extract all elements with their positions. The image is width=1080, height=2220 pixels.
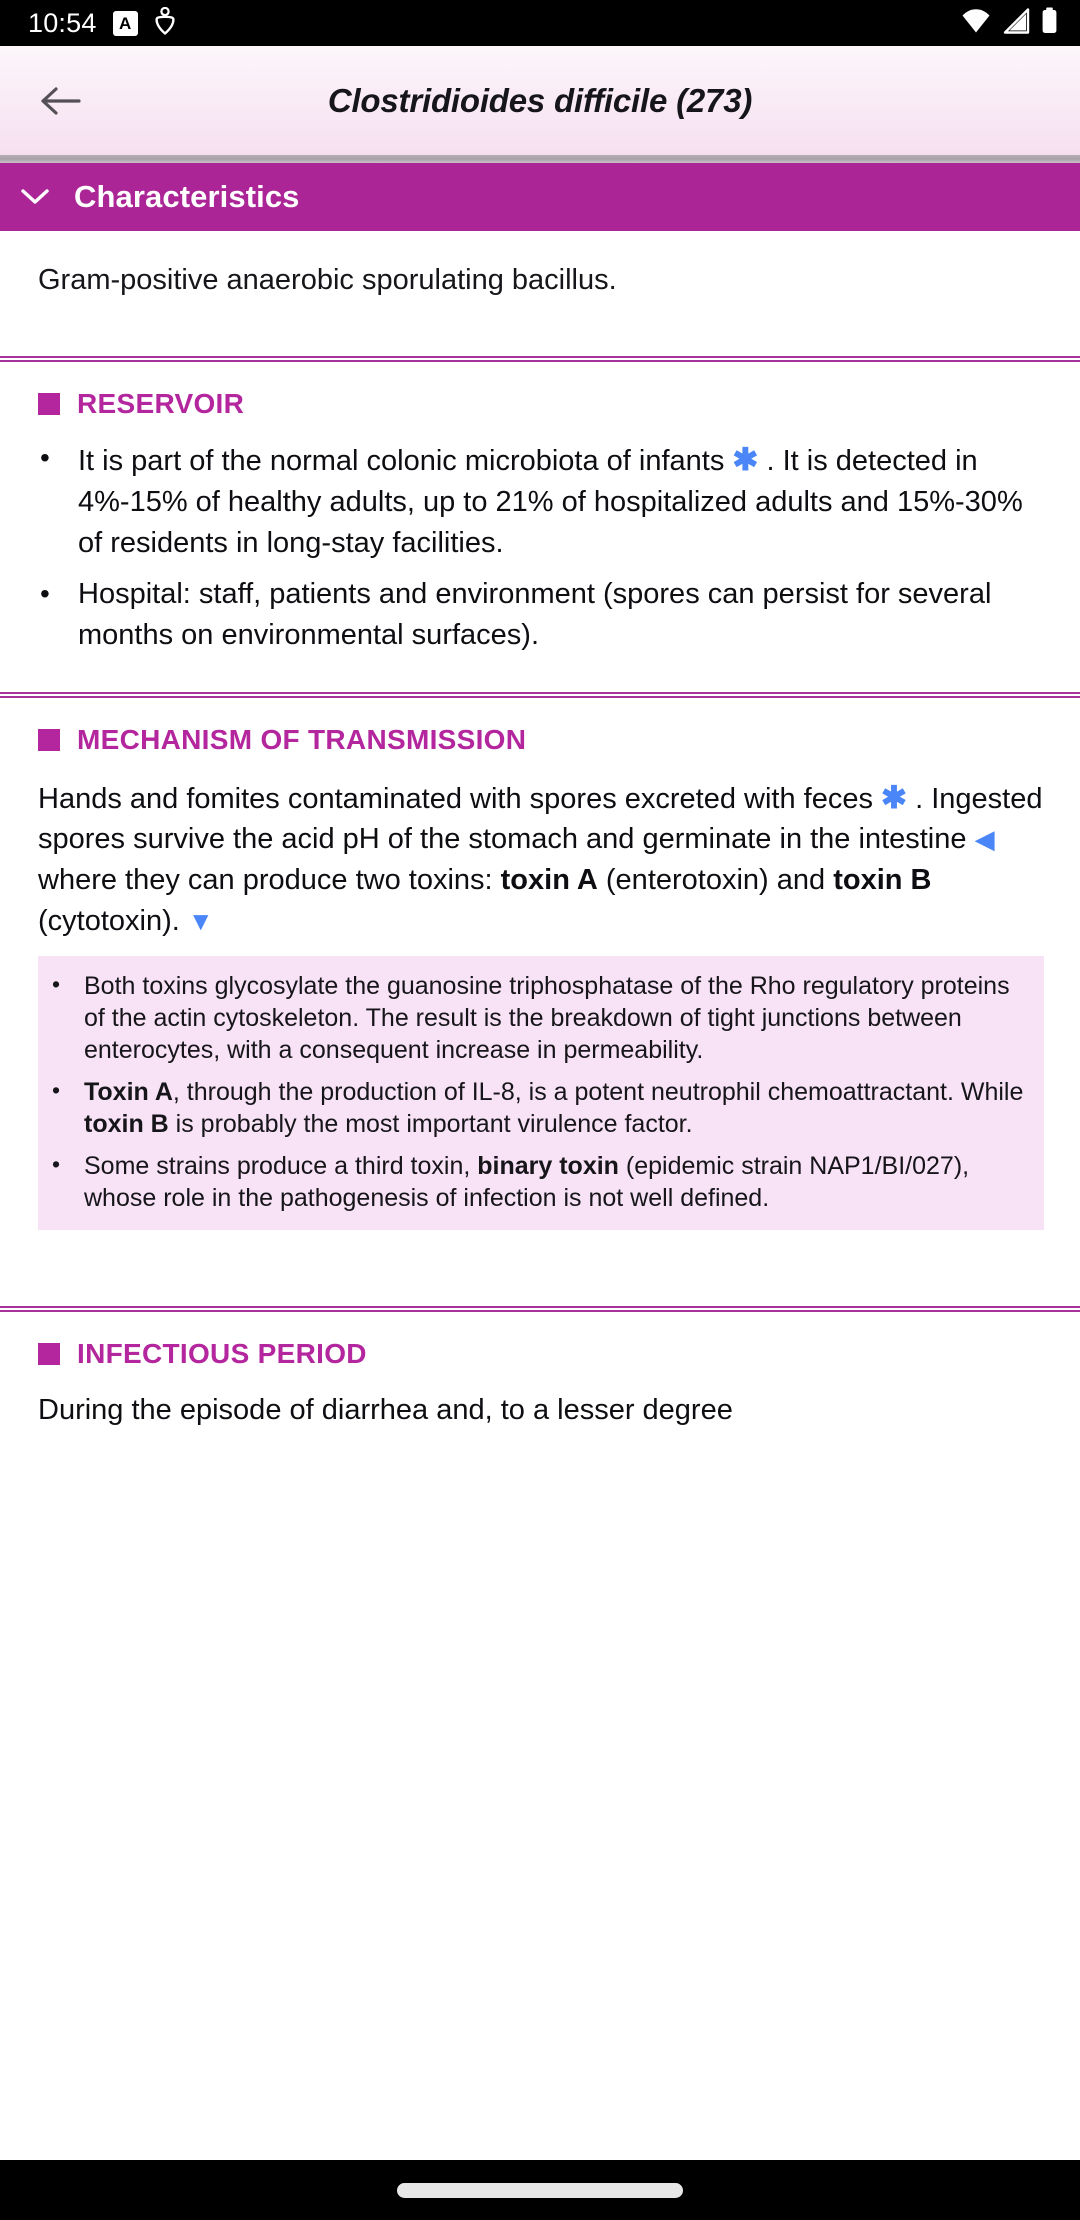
body-text: , through the production of IL-8, is a p… [172, 1078, 1024, 1107]
status-bar: 10:54 A [0, 0, 1080, 46]
note-bullet-list: • Both toxins glycosylate the guanosine t… [52, 970, 1026, 1214]
square-bullet-icon [38, 728, 60, 751]
mechanism-paragraph: Hands and fomites contaminated with spor… [0, 756, 1080, 943]
status-bar-left: 10:54 A [28, 6, 176, 40]
back-button[interactable] [24, 65, 96, 137]
emphasis-text: Toxin A [84, 1078, 173, 1107]
list-item-text: Both toxins glycosylate the guanosine tr… [84, 970, 1026, 1066]
list-item: • Some strains produce a third toxin, bin… [52, 1150, 1026, 1214]
list-item: • It is part of the normal colonic microb… [40, 438, 1044, 564]
emphasis-text: toxin B [84, 1110, 169, 1139]
body-text: (cytotoxin). [38, 905, 188, 938]
system-navigation-bar [0, 2160, 1080, 2220]
expanded-note-box: • Both toxins glycosylate the guanosine t… [38, 956, 1044, 1231]
footnote-asterisk-icon[interactable]: ✱ [881, 780, 907, 815]
intro-paragraph: Gram-positive anaerobic sporulating baci… [38, 264, 617, 296]
list-item: • Hospital: staff, patients and environme… [40, 574, 1044, 656]
status-bar-clock: 10:54 [28, 7, 97, 38]
subsection-heading-label: INFECTIOUS PERIOD [77, 1338, 367, 1370]
body-text: Some strains produce a third toxin, [84, 1152, 478, 1181]
bullet-dot-icon: • [40, 577, 50, 609]
emphasis-text: toxin A [500, 864, 598, 897]
body-text: is probably the most important virulence… [168, 1110, 693, 1139]
emphasis-text: toxin B [833, 864, 932, 897]
list-item: • Both toxins glycosylate the guanosine t… [52, 970, 1026, 1066]
square-bullet-icon [38, 393, 60, 416]
accessibility-icon [154, 6, 176, 40]
status-bar-right [961, 7, 1058, 39]
header-divider [0, 155, 1080, 163]
bullet-dot-icon: • [52, 971, 61, 998]
list-item-text: Some strains produce a third toxin, bina… [84, 1150, 1026, 1214]
body-text: Hands and fomites contaminated with spor… [38, 782, 882, 815]
section-header-label: Characteristics [74, 179, 300, 214]
phone-screen: 10:54 A Clostridioides difficile (273) C… [0, 0, 1080, 2220]
bullet-dot-icon: • [40, 442, 50, 474]
bullet-dot-icon: • [52, 1151, 61, 1178]
chevron-down-icon[interactable] [16, 178, 54, 216]
list-item-text: It is part of the normal colonic microbi… [78, 438, 1044, 564]
subsection-heading-reservoir: RESERVOIR [0, 362, 1080, 420]
bullet-dot-icon: • [52, 1077, 61, 1104]
emphasis-text: binary toxin [477, 1152, 619, 1181]
list-item: • Toxin A, through the production of IL-8… [52, 1076, 1026, 1140]
infectious-period-paragraph: During the episode of diarrhea and, to a… [0, 1370, 1080, 1431]
reservoir-bullet-list: • It is part of the normal colonic microb… [0, 420, 1080, 655]
article-content[interactable]: Gram-positive anaerobic sporulating baci… [0, 231, 1080, 2160]
subsection-heading-label: RESERVOIR [77, 388, 245, 420]
a-box-icon: A [112, 10, 138, 36]
footnote-asterisk-icon[interactable]: ✱ [732, 442, 758, 477]
square-bullet-icon [38, 1343, 60, 1366]
wifi-icon [961, 8, 991, 39]
body-text: where they can produce two toxins: [38, 864, 501, 897]
section-header-characteristics[interactable]: Characteristics [0, 163, 1080, 231]
home-handle[interactable] [397, 2182, 683, 2198]
subsection-heading-mechanism-of-transmission: MECHANISM OF TRANSMISSION [0, 698, 1080, 756]
list-item-text: Toxin A, through the production of IL-8,… [84, 1076, 1026, 1140]
subsection-heading-label: MECHANISM OF TRANSMISSION [77, 723, 527, 755]
signal-icon [1002, 7, 1030, 39]
triangle-left-icon[interactable]: ◀ [975, 824, 995, 854]
back-arrow-icon [41, 86, 81, 115]
battery-icon [1041, 7, 1058, 39]
subsection-heading-infectious-period: INFECTIOUS PERIOD [0, 1312, 1080, 1370]
list-item-text: Hospital: staff, patients and environmen… [78, 574, 1044, 656]
page-title: Clostridioides difficile (273) [327, 81, 753, 119]
triangle-down-icon[interactable]: ▼ [188, 906, 214, 936]
a-box-icon-letter: A [118, 13, 132, 33]
body-text: During the episode of diarrhea and, to a… [38, 1394, 733, 1427]
body-text: It is part of the normal colonic microbi… [78, 445, 733, 478]
body-text: Hospital: staff, patients and environmen… [78, 577, 992, 651]
app-header: Clostridioides difficile (273) [0, 46, 1080, 155]
body-text: (enterotoxin) and [597, 864, 834, 897]
body-text: Both toxins glycosylate the guanosine tr… [84, 972, 1010, 1065]
